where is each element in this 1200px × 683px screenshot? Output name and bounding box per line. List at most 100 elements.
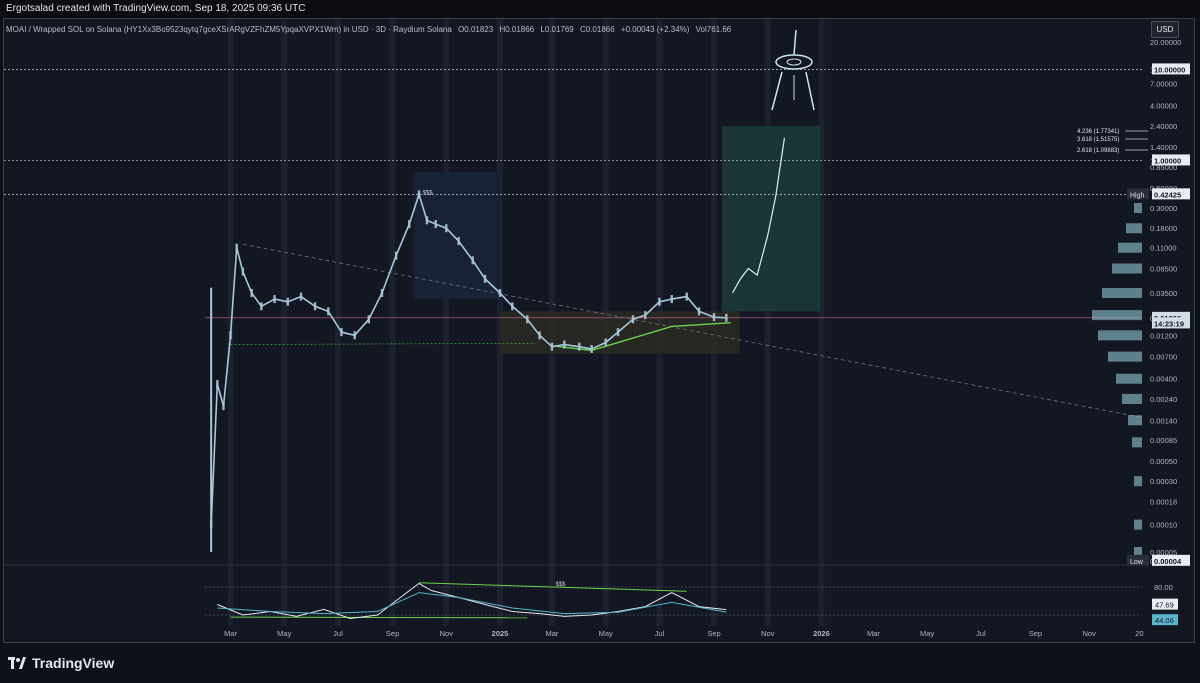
x-tick-label-16: Nov <box>1082 629 1096 638</box>
price-point-0-34 <box>604 338 607 347</box>
price-point-0-27 <box>511 302 514 311</box>
volume: Vol761.66 <box>695 25 732 34</box>
price-point-0-5 <box>241 267 245 276</box>
price-point-0-36 <box>631 315 635 324</box>
price-point-0-25 <box>483 274 487 283</box>
price-point-0-24 <box>471 256 474 265</box>
price-point-0-30 <box>550 342 554 351</box>
ufo-antenna <box>793 29 797 56</box>
y-tick-label-23: 0.00018 <box>1150 497 1177 506</box>
support-line <box>230 342 536 345</box>
price-tag-2: High <box>1130 192 1145 199</box>
price-point-0-21 <box>434 220 437 229</box>
price-point-0-9 <box>286 297 289 306</box>
ufo-beam-left <box>771 71 783 111</box>
price-point-0-39 <box>670 295 673 304</box>
fib-label-1: 3.618 (1.51575) <box>1077 137 1119 143</box>
price-label-0: 10.00000 <box>1154 65 1185 74</box>
x-tick-label-15: Sep <box>1029 629 1042 638</box>
price-label-4: 14:23:19 <box>1154 319 1184 328</box>
x-tick-label-3: Sep <box>386 629 399 638</box>
x-tick-label-12: Mar <box>867 629 880 638</box>
volume-profile-bar-5 <box>1092 310 1142 321</box>
tradingview-logo-icon <box>8 657 26 669</box>
osc-series-0 <box>217 582 727 620</box>
ohlc-low: L0.01769 <box>540 25 574 34</box>
price-point-0-3 <box>229 331 232 340</box>
price-point-0-31 <box>563 340 566 349</box>
price-point-0-20 <box>425 216 429 225</box>
x-tick-label-17: 20 <box>1135 629 1143 638</box>
volume-profile-bar-9 <box>1122 393 1142 404</box>
y-tick-label-0: 20.00000 <box>1150 38 1181 47</box>
ohlc-high: H0.01866 <box>499 25 535 34</box>
price-point-0-35 <box>616 328 620 337</box>
x-tick-label-9: Sep <box>707 629 720 638</box>
price-point-0-32 <box>578 342 581 351</box>
volume-profile-bar-3 <box>1112 263 1142 274</box>
symbol-name[interactable]: MOAI / Wrapped SOL on Solana (HY1Xx3Bo95… <box>6 25 452 34</box>
ufo-dome <box>786 58 802 66</box>
volume-profile-bar-4 <box>1102 287 1142 298</box>
x-tick-label-1: May <box>277 629 291 638</box>
price-point-0-4 <box>235 243 238 252</box>
price-point-0-8 <box>273 295 276 304</box>
currency-button[interactable]: USD <box>1151 21 1179 38</box>
volume-profile-bar-2 <box>1118 242 1142 253</box>
ufo-saucer <box>775 54 813 70</box>
price-point-0-16 <box>380 288 384 297</box>
y-tick-label-10: 0.18000 <box>1150 224 1177 233</box>
annotation-label-0: $$$ <box>423 191 434 197</box>
price-point-0-1 <box>216 380 219 389</box>
price-point-0-6 <box>250 288 253 297</box>
x-tick-label-8: Jul <box>655 629 665 638</box>
trend-line <box>242 243 1143 418</box>
price-point-0-28 <box>526 315 529 324</box>
ufo-icon <box>771 29 815 111</box>
y-tick-label-9: 0.30000 <box>1150 204 1177 213</box>
top-bar: Ergotsalad created with TradingView.com,… <box>0 0 1200 18</box>
y-tick-label-20: 0.00085 <box>1150 436 1177 445</box>
price-point-0-26 <box>498 288 502 297</box>
x-tick-label-10: Nov <box>761 629 775 638</box>
y-tick-label-2: 7.00000 <box>1150 80 1177 89</box>
creator-caption: Ergotsalad created with TradingView.com,… <box>6 3 306 14</box>
volume-profile-bar-8 <box>1116 373 1142 384</box>
price-point-0-14 <box>353 331 356 340</box>
volume-profile-bar-1 <box>1126 223 1142 234</box>
price-point-0-11 <box>313 302 317 311</box>
symbol-legend: MOAI / Wrapped SOL on Solana (HY1Xx3Bo95… <box>6 25 735 34</box>
volume-profile-bar-10 <box>1128 415 1142 426</box>
y-tick-label-21: 0.00050 <box>1150 457 1177 466</box>
price-point-0-7 <box>260 302 263 311</box>
y-tick-label-16: 0.00700 <box>1150 353 1177 362</box>
x-tick-label-2: Jul <box>333 629 343 638</box>
osc-support-line <box>230 616 528 619</box>
price-point-0-22 <box>445 224 448 233</box>
price-label-5: 0.00004 <box>1154 557 1182 566</box>
x-tick-label-14: Jul <box>976 629 986 638</box>
y-tick-label-4: 2.40000 <box>1150 122 1177 131</box>
price-label-2: 0.42425 <box>1154 190 1181 199</box>
price-point-0-12 <box>327 307 330 316</box>
osc-value-label-1: 44.06 <box>1155 616 1174 625</box>
x-tick-label-13: May <box>920 629 934 638</box>
y-tick-label-13: 0.03500 <box>1150 289 1177 298</box>
x-tick-label-4: Nov <box>440 629 454 638</box>
volume-profile-bar-7 <box>1108 351 1142 362</box>
price-tag-5: Low <box>1130 559 1144 566</box>
price-point-0-18 <box>408 220 411 229</box>
fib-label-2: 2.618 (1.09883) <box>1077 148 1119 154</box>
x-tick-label-5: 2025 <box>492 629 509 638</box>
chart-canvas[interactable]: $$$$$$20.0000010.000007.000004.000002.40… <box>4 19 1194 643</box>
price-point-0-40 <box>685 292 688 301</box>
y-tick-label-11: 0.11000 <box>1150 244 1177 253</box>
tradingview-logo[interactable]: TradingView <box>8 655 114 671</box>
price-point-0-42 <box>712 313 716 322</box>
price-point-0-33 <box>590 344 593 353</box>
y-tick-label-22: 0.00030 <box>1150 477 1177 486</box>
y-tick-label-17: 0.00400 <box>1150 375 1177 384</box>
price-point-0-2 <box>222 402 225 411</box>
price-point-0-37 <box>644 311 647 320</box>
osc-value-label-0: 47.69 <box>1155 601 1174 610</box>
